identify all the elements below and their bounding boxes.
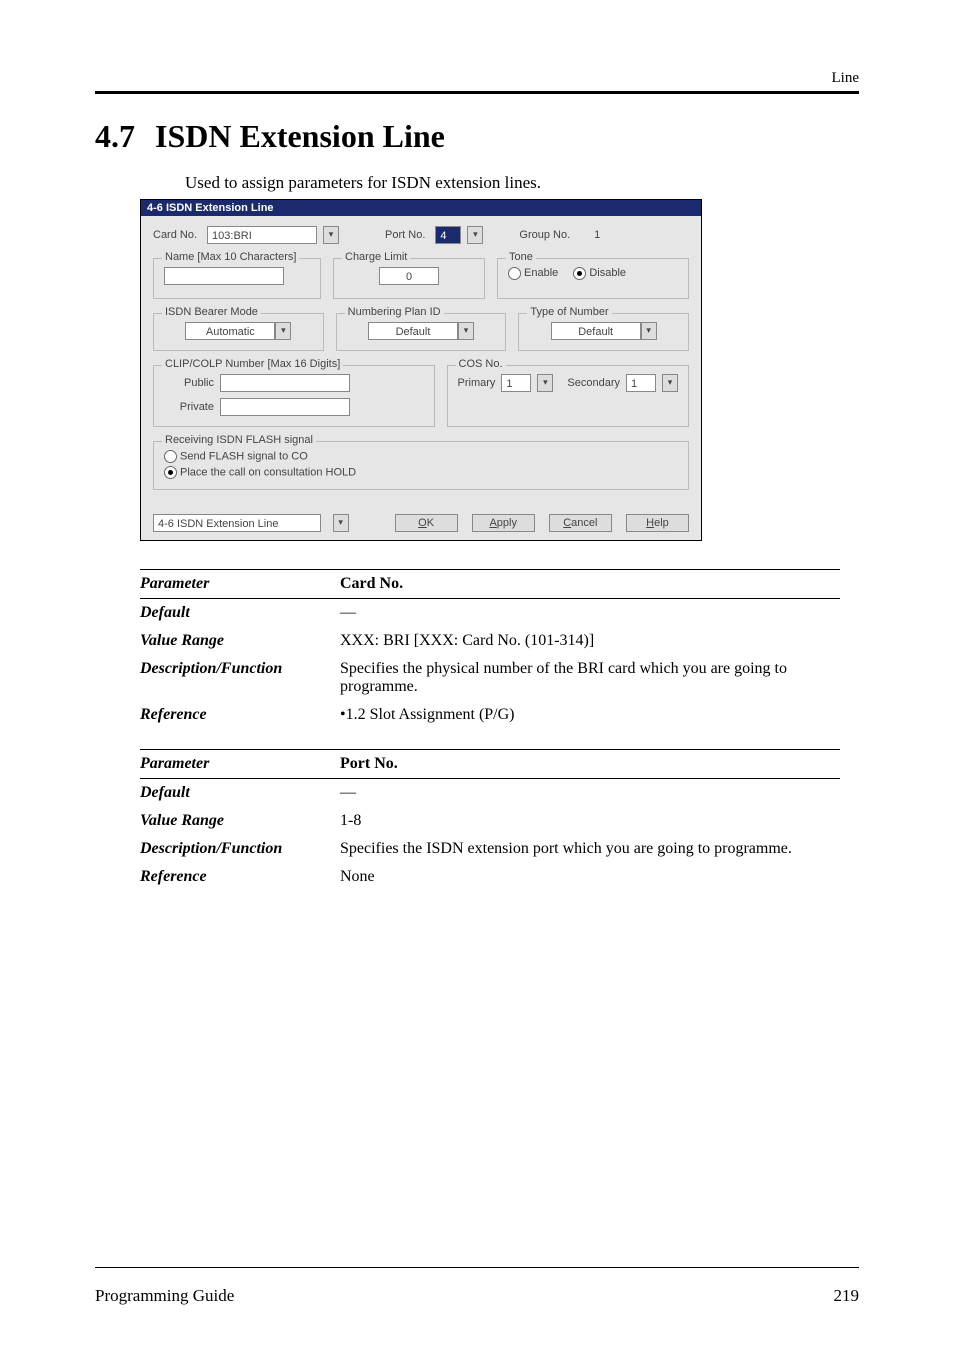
plan-select[interactable]: Default [368, 322, 458, 340]
bearer-select[interactable]: Automatic [185, 322, 275, 340]
default-label: Default [140, 604, 340, 622]
numtype-legend: Type of Number [527, 306, 611, 318]
chevron-down-icon[interactable]: ▾ [467, 226, 483, 244]
desc-label: Description/Function [140, 660, 340, 696]
param-block-card-no: Parameter Card No. Default — Value Range… [140, 569, 840, 729]
intro-text: Used to assign parameters for ISDN exten… [185, 173, 859, 193]
card-no-label: Card No. [153, 229, 197, 241]
group-no-label: Group No. [519, 229, 570, 241]
chevron-down-icon[interactable]: ▾ [641, 322, 657, 340]
param-label: Parameter [140, 755, 340, 773]
clip-public-label: Public [164, 377, 214, 389]
chevron-down-icon[interactable]: ▾ [275, 322, 291, 340]
header-corner: Line [95, 70, 859, 87]
clip-public-input[interactable] [220, 374, 350, 392]
flash-send-radio[interactable]: Send FLASH signal to CO [164, 450, 678, 463]
cos-secondary-select[interactable]: 1 [626, 374, 656, 392]
chevron-down-icon[interactable]: ▾ [323, 226, 339, 244]
cos-primary-select[interactable]: 1 [501, 374, 531, 392]
bearer-legend: ISDN Bearer Mode [162, 306, 261, 318]
range-label: Value Range [140, 632, 340, 650]
default-value: — [340, 784, 840, 802]
charge-input[interactable]: 0 [379, 267, 439, 285]
cos-primary-label: Primary [458, 377, 496, 389]
default-value: — [340, 604, 840, 622]
group-no-value: 1 [594, 229, 600, 241]
chevron-down-icon[interactable]: ▾ [333, 514, 349, 532]
ref-value: None [340, 868, 840, 886]
footer-page: 219 [834, 1286, 860, 1306]
port-no-field[interactable]: 4 [435, 226, 461, 244]
chevron-down-icon[interactable]: ▾ [662, 374, 678, 392]
tone-enable-radio[interactable]: Enable [508, 267, 558, 279]
desc-value: Specifies the ISDN extension port which … [340, 840, 840, 858]
range-label: Value Range [140, 812, 340, 830]
param-label: Parameter [140, 575, 340, 593]
param-value: Port No. [340, 755, 840, 773]
help-button[interactable]: Help [626, 514, 689, 532]
ref-value: •1.2 Slot Assignment (P/G) [340, 706, 840, 724]
cos-legend: COS No. [456, 358, 506, 370]
cancel-button[interactable]: Cancel [549, 514, 612, 532]
range-value: XXX: BRI [XXX: Card No. (101-314)] [340, 632, 840, 650]
dialog-titlebar: 4-6 ISDN Extension Line [141, 200, 701, 216]
dialog-window: 4-6 ISDN Extension Line Card No. 103:BRI… [140, 199, 702, 541]
ok-button[interactable]: OK [395, 514, 458, 532]
top-rule [95, 91, 859, 94]
tone-disable-radio[interactable]: Disable [573, 267, 626, 279]
apply-button[interactable]: Apply [472, 514, 535, 532]
card-no-field[interactable]: 103:BRI [207, 226, 317, 244]
plan-legend: Numbering Plan ID [345, 306, 444, 318]
section-heading: 4.7 ISDN Extension Line [95, 118, 859, 155]
section-title: ISDN Extension Line [155, 118, 445, 154]
cos-secondary-label: Secondary [567, 377, 620, 389]
numtype-select[interactable]: Default [551, 322, 641, 340]
tone-legend: Tone [506, 251, 536, 263]
param-block-port-no: Parameter Port No. Default — Value Range… [140, 749, 840, 891]
clip-private-label: Private [164, 401, 214, 413]
range-value: 1-8 [340, 812, 840, 830]
charge-legend: Charge Limit [342, 251, 410, 263]
flash-legend: Receiving ISDN FLASH signal [162, 434, 316, 446]
footer-rule [95, 1267, 859, 1268]
flash-hold-radio[interactable]: Place the call on consultation HOLD [164, 466, 678, 479]
chevron-down-icon[interactable]: ▾ [458, 322, 474, 340]
footer-left: Programming Guide [95, 1286, 234, 1306]
clip-legend: CLIP/COLP Number [Max 16 Digits] [162, 358, 343, 370]
default-label: Default [140, 784, 340, 802]
ref-label: Reference [140, 868, 340, 886]
port-no-label: Port No. [385, 229, 425, 241]
name-legend: Name [Max 10 Characters] [162, 251, 299, 263]
nav-select[interactable]: 4-6 ISDN Extension Line [153, 514, 321, 532]
ref-label: Reference [140, 706, 340, 724]
clip-private-input[interactable] [220, 398, 350, 416]
desc-value: Specifies the physical number of the BRI… [340, 660, 840, 696]
section-number: 4.7 [95, 118, 135, 155]
chevron-down-icon[interactable]: ▾ [537, 374, 553, 392]
desc-label: Description/Function [140, 840, 340, 858]
name-input[interactable] [164, 267, 284, 285]
param-value: Card No. [340, 575, 840, 593]
